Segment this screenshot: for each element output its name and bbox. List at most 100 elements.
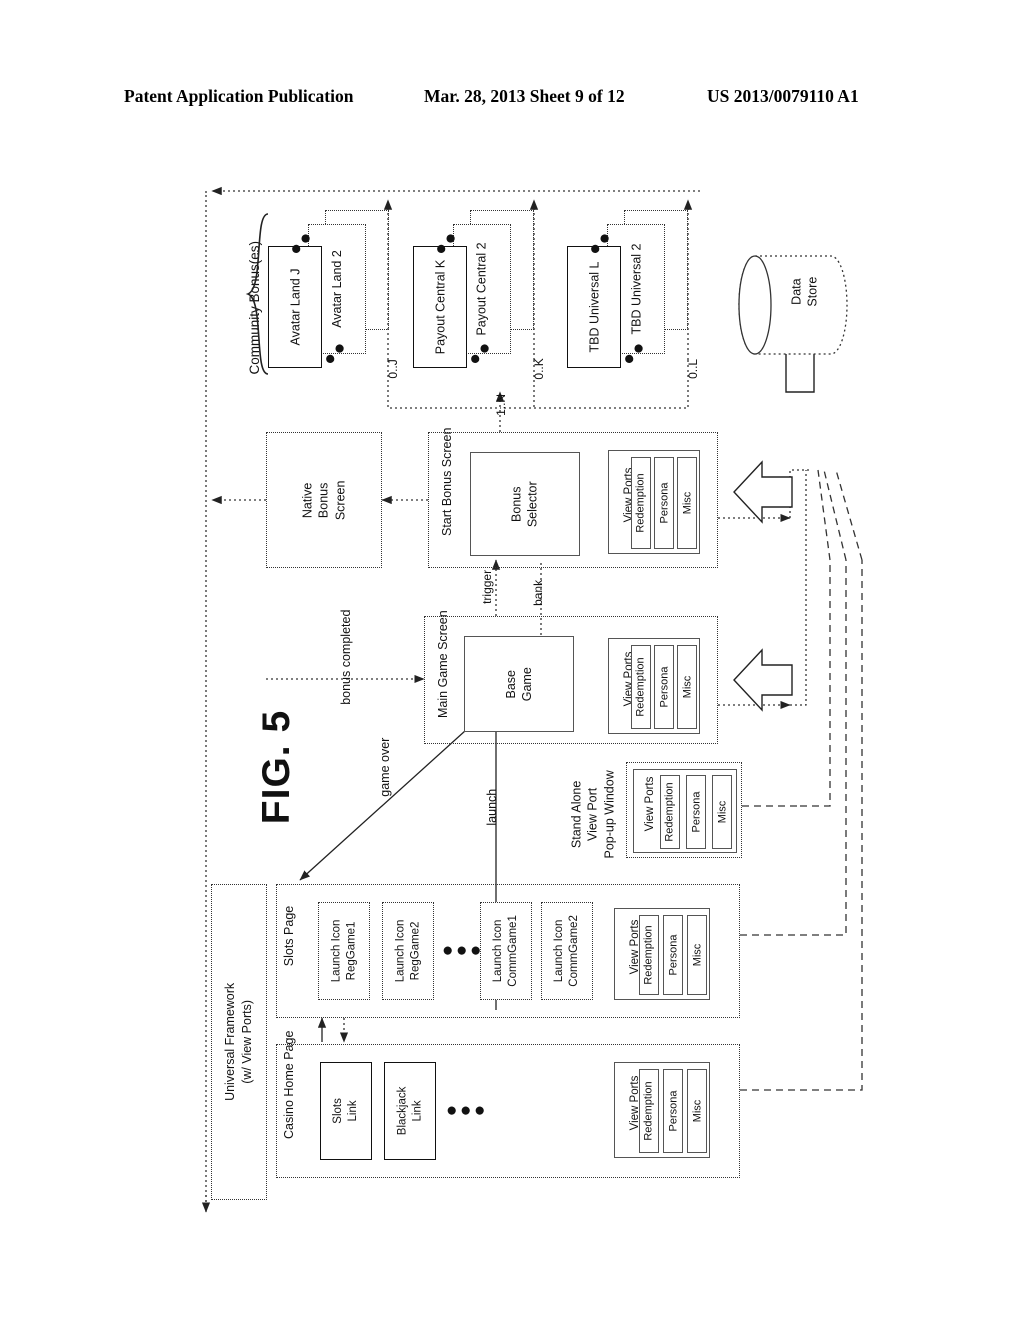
- blackjack-link-line2: Link: [410, 1100, 423, 1122]
- connector-label-trigger: trigger: [480, 569, 495, 604]
- view-port-persona-standalone[interactable]: Persona: [686, 775, 706, 849]
- stand-alone-popup-line2: View Port: [585, 787, 600, 842]
- native-bonus-screen-line1: Native: [300, 482, 315, 518]
- view-port-redemption-casino[interactable]: Redemption: [639, 1069, 659, 1153]
- community-bonus-tbd-universal-l[interactable]: TBD Universal L: [567, 246, 621, 368]
- universal-framework[interactable]: Universal Framework (w/ View Ports): [211, 884, 267, 1200]
- cardinality-one-to-n: 1..N: [494, 393, 509, 416]
- launch-icon-reggame2[interactable]: Launch Icon RegGame2: [382, 902, 434, 1000]
- tbd-universal-2-label: TBD Universal 2: [629, 243, 643, 335]
- payout-central-k-label: Payout Central K: [433, 259, 447, 355]
- bonus-selector-line1: Bonus: [509, 486, 524, 522]
- community-bonus-avatar-land-j[interactable]: Avatar Land J: [268, 246, 322, 368]
- view-ports-stand-alone[interactable]: View Ports Redemption Persona Misc: [633, 769, 737, 853]
- launch-icon-reggame2-line1: Launch Icon: [394, 919, 407, 983]
- view-port-persona-label-standalone: Persona: [690, 791, 703, 833]
- universal-framework-line1: Universal Framework: [223, 982, 238, 1102]
- bonus-selector[interactable]: Bonus Selector: [470, 452, 580, 556]
- view-ports-start-bonus-screen[interactable]: View Ports Redemption Persona Misc: [608, 450, 700, 554]
- launch-icon-commgame1-line1: Launch Icon: [492, 919, 505, 983]
- view-port-misc-label: Misc: [681, 491, 694, 515]
- view-port-misc[interactable]: Misc: [677, 457, 697, 549]
- view-port-redemption-label-slots: Redemption: [643, 925, 656, 985]
- launch-icon-reggame1[interactable]: Launch Icon RegGame1: [318, 902, 370, 1000]
- view-port-misc-label-main: Misc: [681, 675, 694, 699]
- main-game-screen-title: Main Game Screen: [436, 610, 450, 718]
- view-port-redemption-label-main: Redemption: [635, 657, 648, 717]
- figure-label: FIG. 5: [255, 709, 298, 825]
- launch-icon-commgame2-line1: Launch Icon: [553, 919, 566, 983]
- bonus-selector-line2: Selector: [525, 481, 540, 527]
- view-port-redemption-slots[interactable]: Redemption: [639, 915, 659, 995]
- view-port-redemption-standalone[interactable]: Redemption: [660, 775, 680, 849]
- launch-icon-reggame2-line2: RegGame2: [409, 921, 422, 981]
- view-port-misc-slots[interactable]: Misc: [687, 915, 707, 995]
- view-port-redemption-label-standalone: Redemption: [664, 782, 677, 842]
- stand-alone-popup-line1: Stand Alone: [569, 780, 584, 849]
- tbd-universal-l-label: TBD Universal L: [587, 261, 601, 353]
- avatar-land-2-label: Avatar Land 2: [330, 250, 345, 328]
- view-port-misc-label-standalone: Misc: [716, 800, 729, 824]
- view-port-persona-slots[interactable]: Persona: [663, 915, 683, 995]
- base-game-line1: Base: [503, 669, 518, 699]
- connector-label-bonus-completed: bonus completed: [338, 609, 353, 705]
- view-ports-casino-home-page[interactable]: View Ports Redemption Persona Misc: [614, 1062, 710, 1158]
- base-game-line2: Game: [519, 666, 534, 702]
- connector-label-bank: bank: [531, 579, 546, 606]
- view-port-misc-casino[interactable]: Misc: [687, 1069, 707, 1153]
- tbd-universal-cardinality: 0..L: [686, 358, 701, 379]
- view-port-misc-standalone[interactable]: Misc: [712, 775, 732, 849]
- view-port-persona[interactable]: Persona: [654, 457, 674, 549]
- launch-icon-commgame1[interactable]: Launch Icon CommGame1: [480, 902, 532, 1000]
- casino-home-page-ellipsis: ●●●: [446, 1100, 488, 1121]
- slots-link[interactable]: Slots Link: [320, 1062, 372, 1160]
- view-port-misc-main[interactable]: Misc: [677, 645, 697, 729]
- native-bonus-screen-line3: Screen: [333, 480, 348, 520]
- view-port-persona-casino[interactable]: Persona: [663, 1069, 683, 1153]
- view-port-persona-label: Persona: [658, 482, 671, 524]
- view-port-persona-label-casino: Persona: [667, 1090, 680, 1132]
- launch-icon-commgame2[interactable]: Launch Icon CommGame2: [541, 902, 593, 1000]
- slots-page-title: Slots Page: [282, 905, 296, 967]
- native-bonus-screen-line2: Bonus: [316, 482, 331, 518]
- base-game[interactable]: Base Game: [464, 636, 574, 732]
- data-store-label-line1: Data: [789, 278, 804, 305]
- figure-canvas: FIG. 5 Community Bonus(es) Avatar Land 1…: [0, 0, 1024, 1320]
- slots-link-line1: Slots: [332, 1098, 345, 1124]
- view-ports-slots-page[interactable]: View Ports Redemption Persona Misc: [614, 908, 710, 1000]
- connector-label-game-over: game over: [377, 737, 392, 797]
- view-port-redemption-label: Redemption: [635, 473, 648, 533]
- data-store[interactable]: Data Store: [727, 250, 855, 360]
- universal-framework-line2: (w/ View Ports): [240, 1000, 254, 1084]
- launch-icon-commgame1-line2: CommGame1: [507, 915, 520, 987]
- view-port-redemption[interactable]: Redemption: [631, 457, 651, 549]
- native-bonus-screen[interactable]: Native Bonus Screen: [266, 432, 382, 568]
- data-store-label-line2: Store: [805, 276, 819, 307]
- view-ports-title-standalone: View Ports: [644, 776, 656, 832]
- avatar-land-cardinality: 0..J: [386, 359, 401, 379]
- payout-central-cardinality: 0..K: [532, 358, 547, 380]
- connector-label-launch: launch: [484, 788, 499, 826]
- community-bonus-payout-central-k[interactable]: Payout Central K: [413, 246, 467, 368]
- view-port-persona-label-slots: Persona: [667, 934, 680, 976]
- slots-link-line2: Link: [346, 1100, 359, 1122]
- view-ports-main-game-screen[interactable]: View Ports Redemption Persona Misc: [608, 638, 700, 734]
- avatar-land-j-label: Avatar Land J: [288, 268, 302, 346]
- view-port-misc-label-casino: Misc: [691, 1099, 704, 1123]
- view-port-redemption-label-casino: Redemption: [643, 1081, 656, 1141]
- casino-home-page-title: Casino Home Page: [282, 1030, 296, 1139]
- launch-icon-reggame1-line2: RegGame1: [345, 921, 358, 981]
- stand-alone-popup-window[interactable]: View Ports Redemption Persona Misc: [626, 762, 742, 858]
- stand-alone-popup-label: Stand Alone View Port Pop-up Window: [569, 761, 618, 867]
- view-port-redemption-main[interactable]: Redemption: [631, 645, 651, 729]
- view-port-misc-label-slots: Misc: [691, 943, 704, 967]
- blackjack-link-line1: Blackjack: [396, 1086, 409, 1136]
- stand-alone-popup-line3: Pop-up Window: [602, 770, 617, 859]
- blackjack-link[interactable]: Blackjack Link: [384, 1062, 436, 1160]
- slots-page-ellipsis: ●●●: [442, 940, 484, 961]
- start-bonus-screen-title: Start Bonus Screen: [440, 427, 454, 536]
- launch-icon-reggame1-line1: Launch Icon: [330, 919, 343, 983]
- launch-icon-commgame2-line2: CommGame2: [568, 915, 581, 987]
- view-port-persona-label-main: Persona: [658, 666, 671, 708]
- view-port-persona-main[interactable]: Persona: [654, 645, 674, 729]
